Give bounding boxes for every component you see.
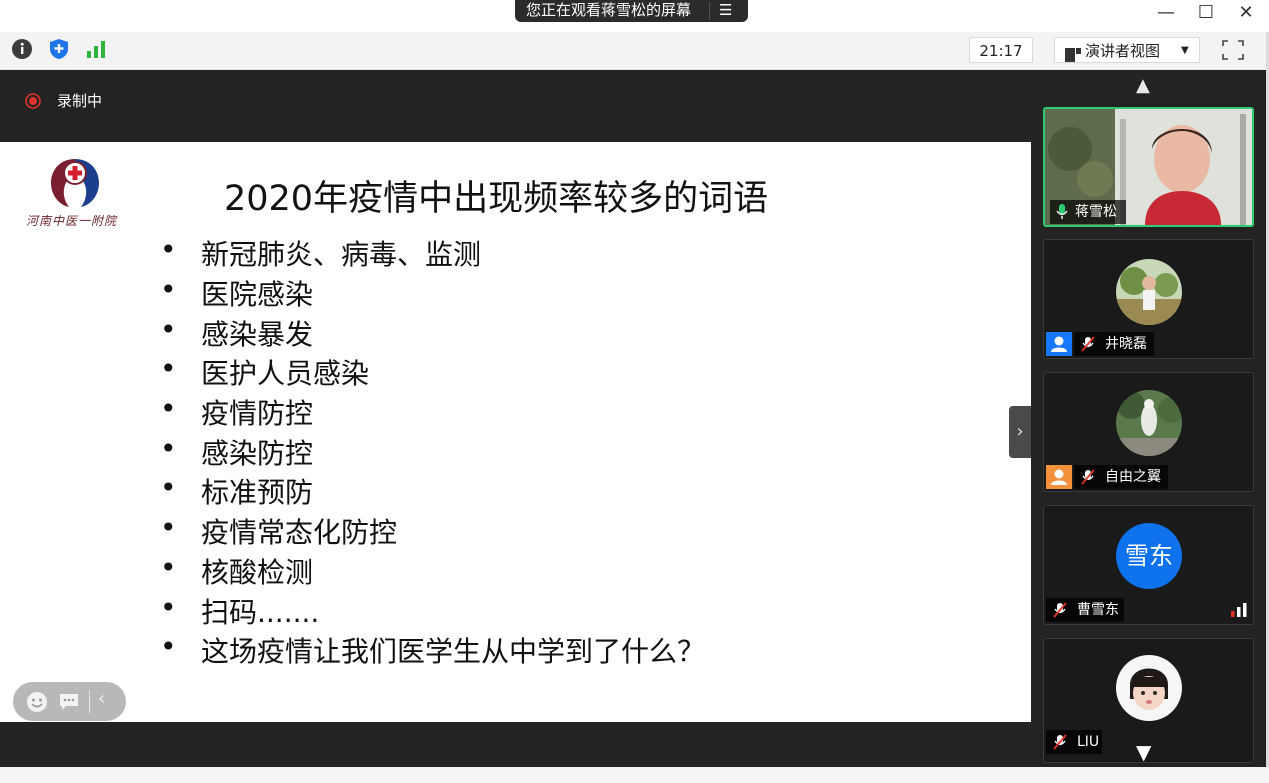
bullet-dot: • (160, 392, 177, 425)
role-badge (1046, 332, 1072, 356)
mic-muted-icon (1080, 469, 1096, 485)
bullet-text: 医护人员感染 (201, 357, 370, 390)
sidebar-toggle-button[interactable]: › (1009, 406, 1031, 458)
participant-name: 曹雪东 (1077, 602, 1119, 618)
participant-name: 自由之翼 (1105, 469, 1161, 485)
bullet-text: 标准预防 (201, 476, 314, 509)
recording-icon[interactable] (25, 93, 41, 109)
avatar (1116, 655, 1182, 721)
connection-signal-icon (1230, 602, 1248, 617)
participant-tile-ziyouzhiyi[interactable]: 自由之翼 (1043, 372, 1254, 492)
bullet-dot: • (160, 313, 177, 346)
pill-divider (89, 690, 90, 713)
scroll-down-button[interactable]: ▼ (1136, 740, 1151, 764)
hospital-name: 河南中医一附院 (26, 214, 118, 228)
bullet-dot: • (160, 591, 177, 624)
user-icon (1051, 336, 1067, 352)
participant-name-tag: 井晓磊 (1074, 332, 1154, 356)
mic-muted-icon (1080, 336, 1096, 352)
reaction-pill[interactable]: ‹ (13, 682, 126, 721)
bullet-text: 感染防控 (201, 437, 314, 470)
comment-icon[interactable] (58, 692, 80, 712)
bullet-dot: • (160, 233, 177, 266)
participant-tile-jiangxuesong[interactable]: 蒋雪松 (1043, 107, 1254, 227)
slide-bottom-strip (0, 722, 1031, 767)
bullet-text: 医院感染 (201, 278, 314, 311)
speaker-view-icon (1065, 44, 1081, 62)
participant-name: LIU (1077, 734, 1100, 750)
participant-name-tag: 蒋雪松 (1050, 200, 1126, 224)
participant-name-tag: 曹雪东 (1046, 598, 1124, 622)
signal-icon[interactable] (85, 38, 107, 60)
mic-on-icon (1056, 204, 1068, 220)
bullet-text: 疫情防控 (201, 397, 314, 430)
bullet-dot: • (160, 511, 177, 544)
mic-muted-icon (1052, 734, 1068, 750)
role-badge (1046, 465, 1072, 489)
info-icon[interactable] (11, 38, 33, 60)
mic-muted-icon (1052, 602, 1068, 618)
minimize-button[interactable]: — (1146, 0, 1186, 28)
participant-name: 蒋雪松 (1075, 204, 1117, 220)
meeting-clock: 21:17 (969, 37, 1033, 63)
maximize-button[interactable]: ☐ (1186, 0, 1226, 28)
bullet-text: 扫码....... (201, 596, 320, 629)
participant-name-tag: LIU (1046, 730, 1102, 754)
chevron-down-icon: ▼ (1181, 45, 1189, 56)
bullet-dot: • (160, 352, 177, 385)
participant-tile-jingxiaolei[interactable]: 井晓磊 (1043, 239, 1254, 359)
screen-share-banner[interactable]: 您正在观看蒋雪松的屏幕 ☰ (515, 0, 748, 22)
avatar-initials: 雪东 (1116, 523, 1182, 589)
recording-bar (0, 70, 1031, 142)
participant-name: 井晓磊 (1105, 336, 1147, 352)
shield-icon[interactable] (48, 38, 70, 60)
participant-tile-caoxuedong[interactable]: 雪东 曹雪东 (1043, 505, 1254, 625)
close-button[interactable]: ✕ (1226, 0, 1266, 28)
bullet-dot: • (160, 273, 177, 306)
user-icon (1051, 469, 1067, 485)
avatar (1116, 259, 1182, 325)
view-options-icon[interactable]: ☰ (719, 0, 732, 20)
bullet-dot: • (160, 432, 177, 465)
bullet-text: 新冠肺炎、病毒、监测 (201, 238, 482, 271)
bullet-text: 疫情常态化防控 (201, 516, 398, 549)
screen-share-banner-text: 您正在观看蒋雪松的屏幕 (526, 1, 692, 19)
view-mode-label: 演讲者视图 (1085, 42, 1161, 60)
slide-title: 2020年疫情中出现频率较多的词语 (224, 179, 769, 219)
bullet-text: 感染暴发 (201, 318, 314, 351)
avatar (1116, 390, 1182, 456)
hospital-logo (47, 155, 103, 211)
banner-divider (709, 2, 710, 20)
recording-label: 录制中 (57, 92, 103, 110)
view-mode-dropdown[interactable]: 演讲者视图 ▼ (1054, 37, 1200, 63)
fullscreen-icon[interactable] (1221, 39, 1245, 61)
bullet-dot: • (160, 630, 177, 663)
meeting-controls-bar (0, 767, 1269, 783)
bullet-dot: • (160, 551, 177, 584)
scroll-up-button[interactable]: ▲ (1136, 75, 1150, 96)
bullet-text: 这场疫情让我们医学生从中学到了什么？ (201, 635, 706, 668)
emoji-icon[interactable] (26, 691, 48, 713)
bullet-dot: • (160, 471, 177, 504)
bullet-text: 核酸检测 (201, 556, 314, 589)
participant-name-tag: 自由之翼 (1074, 465, 1168, 489)
collapse-left-icon[interactable]: ‹ (98, 688, 105, 709)
